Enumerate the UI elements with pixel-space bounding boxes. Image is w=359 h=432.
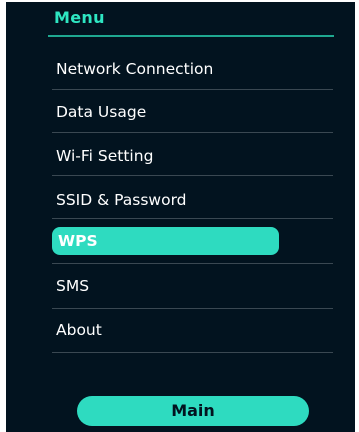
menu-item-ssid-password[interactable]: SSID & Password [56, 185, 336, 215]
main-button[interactable]: Main [77, 396, 309, 426]
menu-item-sms[interactable]: SMS [56, 271, 336, 301]
menu-divider [52, 352, 333, 353]
menu-item-network-connection[interactable]: Network Connection [56, 54, 336, 84]
menu-list: Network Connection Data Usage Wi-Fi Sett… [6, 2, 355, 382]
menu-item-data-usage[interactable]: Data Usage [56, 97, 336, 127]
menu-item-about[interactable]: About [56, 315, 336, 345]
menu-divider [52, 308, 333, 309]
menu-divider [52, 263, 333, 264]
menu-divider [52, 89, 333, 90]
menu-divider [52, 218, 333, 219]
menu-divider [52, 132, 333, 133]
menu-item-wps[interactable]: WPS [52, 227, 279, 255]
app-frame: Menu Network Connection Data Usage Wi-Fi… [0, 0, 359, 432]
menu-divider [52, 175, 333, 176]
menu-panel: Menu Network Connection Data Usage Wi-Fi… [6, 2, 355, 432]
menu-item-wifi-setting[interactable]: Wi-Fi Setting [56, 141, 336, 171]
